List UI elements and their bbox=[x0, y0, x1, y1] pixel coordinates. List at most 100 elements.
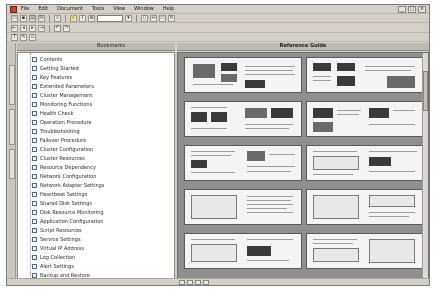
page-thumbnail[interactable] bbox=[184, 145, 302, 181]
bookmark-item[interactable]: Script Resources bbox=[32, 226, 174, 235]
page-thumbnail[interactable] bbox=[306, 57, 424, 93]
bookmark-item[interactable]: Alert Settings bbox=[32, 262, 174, 271]
bookmark-item[interactable]: Getting Started bbox=[32, 64, 174, 73]
page-thumbnail[interactable] bbox=[306, 101, 424, 137]
menu-tools[interactable]: Tools bbox=[92, 6, 104, 12]
page-figure bbox=[313, 108, 333, 118]
bookmark-item[interactable]: Contents bbox=[32, 55, 174, 64]
single-page-icon[interactable]: ▯ bbox=[141, 14, 148, 22]
bookmark-item[interactable]: Service Settings bbox=[32, 235, 174, 244]
email-icon[interactable]: ✉ bbox=[38, 14, 45, 22]
vertical-scrollbar[interactable] bbox=[422, 53, 428, 279]
page-thumbnail[interactable] bbox=[306, 189, 424, 225]
fit-width-icon[interactable]: ↔ bbox=[150, 14, 157, 22]
thumbnails-tab[interactable] bbox=[9, 109, 15, 145]
bookmark-item[interactable]: Cluster Management bbox=[32, 91, 174, 100]
print-icon[interactable]: ▤ bbox=[29, 14, 36, 22]
bookmarks-tab[interactable] bbox=[9, 65, 15, 105]
text-line bbox=[393, 110, 415, 111]
forward-icon[interactable]: ↷ bbox=[63, 24, 70, 32]
page-thumbnail[interactable] bbox=[184, 57, 302, 93]
text-line bbox=[191, 155, 231, 156]
zoom-dropdown-icon[interactable]: ▾ bbox=[125, 14, 132, 22]
menu-file[interactable]: File bbox=[21, 6, 29, 12]
back-icon[interactable]: ↶ bbox=[54, 24, 61, 32]
bookmark-label: Service Settings bbox=[40, 236, 81, 243]
menu-window[interactable]: Window bbox=[134, 6, 154, 12]
bookmark-item[interactable]: Network Adapter Settings bbox=[32, 181, 174, 190]
bookmark-item[interactable]: Troubleshooting bbox=[32, 127, 174, 136]
bookmark-item[interactable]: Cluster Configuration bbox=[32, 145, 174, 154]
bookmark-item[interactable]: Cluster Resources bbox=[32, 154, 174, 163]
first-page-icon[interactable]: ⇤ bbox=[11, 24, 18, 32]
minimize-button[interactable]: _ bbox=[398, 6, 406, 13]
menu-view[interactable]: View bbox=[113, 6, 125, 12]
bookmark-icon bbox=[32, 156, 37, 161]
bookmark-label: Script Resources bbox=[40, 227, 82, 234]
menu-document[interactable]: Document bbox=[57, 6, 83, 12]
bookmark-item[interactable]: Disk Resource Monitoring bbox=[32, 208, 174, 217]
select-icon[interactable]: I bbox=[79, 14, 86, 22]
page-thumbnail[interactable] bbox=[184, 233, 302, 269]
save-icon[interactable]: ▪ bbox=[20, 14, 27, 22]
rotate-icon[interactable]: ↻ bbox=[168, 14, 175, 22]
close-button[interactable]: × bbox=[418, 6, 426, 13]
menu-edit[interactable]: Edit bbox=[38, 6, 48, 12]
toolbar-divider bbox=[65, 14, 66, 22]
last-page-button[interactable] bbox=[203, 280, 209, 285]
zoom-icon[interactable]: ⊕ bbox=[88, 14, 95, 22]
page-thumbnail[interactable] bbox=[306, 145, 424, 181]
bookmark-icon bbox=[32, 228, 37, 233]
text-line bbox=[247, 196, 293, 197]
bookmark-item[interactable]: Failover Procedure bbox=[32, 136, 174, 145]
text-line bbox=[191, 107, 227, 108]
bookmark-item[interactable]: Resource Dependency bbox=[32, 163, 174, 172]
bookmark-icon bbox=[32, 237, 37, 242]
next-page-icon[interactable]: ▸ bbox=[29, 24, 36, 32]
text-tool-icon[interactable]: T bbox=[11, 34, 18, 41]
page-thumbnail[interactable] bbox=[184, 189, 302, 225]
bookmark-icon bbox=[32, 129, 37, 134]
highlight-icon[interactable]: ✎ bbox=[20, 34, 27, 41]
bookmark-item[interactable]: Key Features bbox=[32, 73, 174, 82]
next-page-button[interactable] bbox=[195, 280, 201, 285]
page-thumbnail[interactable] bbox=[306, 233, 424, 269]
bookmark-item[interactable]: Shared Disk Settings bbox=[32, 199, 174, 208]
bookmark-item[interactable]: Virtual IP Address bbox=[32, 244, 174, 253]
bookmark-label: Contents bbox=[40, 56, 63, 63]
bookmark-item[interactable]: Monitoring Functions bbox=[32, 100, 174, 109]
bookmark-item[interactable]: Log Collection bbox=[32, 253, 174, 262]
prev-page-button[interactable] bbox=[187, 280, 193, 285]
hand-icon[interactable]: ✋ bbox=[70, 14, 77, 22]
bookmark-item[interactable]: Network Configuration bbox=[32, 172, 174, 181]
scrollbar-thumb[interactable] bbox=[423, 71, 428, 111]
search-icon[interactable]: ⌕ bbox=[54, 14, 61, 22]
last-page-icon[interactable]: ⇥ bbox=[38, 24, 45, 32]
bookmark-icon bbox=[32, 174, 37, 179]
page-navigation bbox=[179, 280, 209, 285]
bookmark-item[interactable]: Application Configuration bbox=[32, 217, 174, 226]
open-icon[interactable]: ▭ bbox=[11, 14, 18, 22]
first-page-button[interactable] bbox=[179, 280, 185, 285]
bookmark-item[interactable]: Health Check bbox=[32, 109, 174, 118]
prev-page-icon[interactable]: ◂ bbox=[20, 24, 27, 32]
page-figure bbox=[337, 76, 355, 86]
bookmark-icon bbox=[32, 93, 37, 98]
text-line bbox=[191, 172, 235, 173]
bookmarks-header-label[interactable]: Bookmarks bbox=[97, 43, 125, 49]
comment-icon[interactable]: ▫ bbox=[29, 34, 36, 41]
bookmark-item[interactable]: Heartbeat Settings bbox=[32, 190, 174, 199]
fit-page-icon[interactable]: ▭ bbox=[159, 14, 166, 22]
maximize-button[interactable]: □ bbox=[408, 6, 416, 13]
bookmark-label: Cluster Configuration bbox=[40, 146, 94, 153]
bookmark-item[interactable]: Operation Procedure bbox=[32, 118, 174, 127]
menu-help[interactable]: Help bbox=[163, 6, 174, 12]
page-thumbnail[interactable] bbox=[184, 101, 302, 137]
bookmark-item[interactable]: Extended Parameters bbox=[32, 82, 174, 91]
bookmark-label: Key Features bbox=[40, 74, 73, 81]
document-page-area[interactable] bbox=[177, 52, 429, 280]
text-line bbox=[313, 243, 353, 244]
signatures-tab[interactable] bbox=[9, 149, 15, 179]
text-line bbox=[337, 110, 361, 111]
zoom-field[interactable] bbox=[97, 14, 123, 22]
